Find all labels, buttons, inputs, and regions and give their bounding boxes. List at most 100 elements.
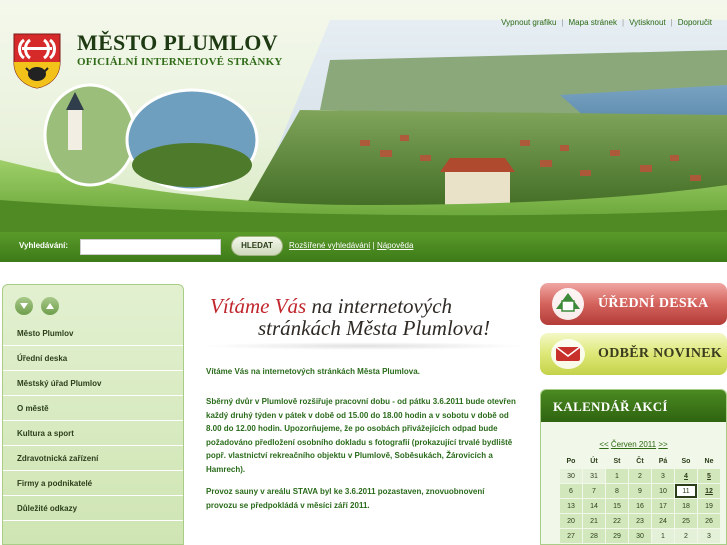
welcome-line-2: stránkách Města Plumlova! bbox=[258, 316, 491, 340]
scroll-up-icon[interactable] bbox=[41, 297, 60, 315]
sidebar-item-uredni-deska[interactable]: Úřední deska bbox=[3, 346, 183, 371]
weekday-header: Pá bbox=[658, 457, 668, 465]
calendar-day[interactable]: 23 bbox=[629, 514, 651, 528]
link-disable-graphics[interactable]: Vypnout grafiku bbox=[496, 18, 561, 27]
weekday-header: Čt bbox=[636, 457, 644, 465]
news-item: Provoz sauny v areálu STAVA byl ke 3.6.2… bbox=[206, 487, 485, 510]
sidebar-item-o-meste[interactable]: O městě bbox=[3, 396, 183, 421]
calendar-day[interactable]: 9 bbox=[629, 484, 651, 498]
weekday-header: Ne bbox=[704, 457, 714, 465]
calendar-day[interactable]: 27 bbox=[560, 529, 582, 543]
calendar-day[interactable]: 12 bbox=[698, 484, 720, 498]
calendar-day[interactable]: 26 bbox=[698, 514, 720, 528]
official-board-button[interactable]: ÚŘEDNÍ DESKA bbox=[540, 283, 727, 325]
calendar-day[interactable]: 29 bbox=[606, 529, 628, 543]
calendar-day[interactable]: 7 bbox=[583, 484, 605, 498]
calendar-body: 30 31 1 2 3 4 5 6 7 8 9 10 11 12 13 14 15 16 17 18 19 20 21 22 2… bbox=[560, 469, 720, 544]
welcome-divider bbox=[202, 342, 527, 350]
sidebar-item-mestsky-urad[interactable]: Městský úřad Plumlov bbox=[3, 371, 183, 396]
sidebar-item-mesto-plumlov[interactable]: Město Plumlov bbox=[3, 321, 183, 346]
calendar-day[interactable]: 11 bbox=[675, 484, 697, 498]
calendar-nav: << Červen 2011 >> bbox=[541, 440, 726, 449]
welcome-banner: Vítáme Vás na internetových stránkách Mě… bbox=[202, 290, 527, 352]
calendar-day[interactable]: 21 bbox=[583, 514, 605, 528]
sidebar: Město Plumlov Úřední deska Městský úřad … bbox=[2, 284, 184, 545]
calendar-day[interactable]: 17 bbox=[652, 499, 674, 513]
calendar-day[interactable]: 22 bbox=[606, 514, 628, 528]
calendar-week-row: 30 31 1 2 3 4 5 bbox=[560, 469, 720, 483]
calendar-day[interactable]: 1 bbox=[606, 469, 628, 483]
events-calendar: KALENDÁŘ AKCÍ << Červen 2011 >> Po Út St… bbox=[540, 389, 727, 545]
search-bar: Vyhledávání: HLEDAT Rozšířené vyhledáván… bbox=[0, 232, 727, 262]
calendar-grid: Po Út St Čt Pá So Ne 30 31 1 2 3 4 5 6 7 8 9 10 11 12… bbox=[559, 453, 721, 544]
intro-text: Vítáme Vás na internetových stránkách Mě… bbox=[206, 367, 420, 376]
search-button[interactable]: HLEDAT bbox=[231, 236, 283, 256]
newsletter-envelope-icon bbox=[551, 339, 585, 369]
link-print[interactable]: Vytisknout bbox=[624, 18, 671, 27]
search-links-separator: | bbox=[372, 241, 375, 250]
calendar-week-row: 20 21 22 23 24 25 26 bbox=[560, 514, 720, 528]
calendar-day[interactable]: 24 bbox=[652, 514, 674, 528]
calendar-weekday-row: Po Út St Čt Pá So Ne bbox=[560, 454, 720, 468]
calendar-week-row: 27 28 29 30 1 2 3 bbox=[560, 529, 720, 543]
site-subtitle: OFICIÁLNÍ INTERNETOVÉ STRÁNKY bbox=[77, 56, 283, 68]
link-recommend[interactable]: Doporučit bbox=[673, 18, 717, 27]
scroll-down-icon[interactable] bbox=[15, 297, 33, 315]
calendar-day[interactable]: 18 bbox=[675, 499, 697, 513]
top-links: Vypnout grafiku | Mapa stránek | Vytisknout |… bbox=[496, 18, 717, 27]
search-label: Vyhledávání: bbox=[19, 241, 69, 250]
calendar-day[interactable]: 30 bbox=[560, 469, 582, 483]
calendar-day[interactable]: 8 bbox=[606, 484, 628, 498]
calendar-day[interactable]: 4 bbox=[675, 469, 697, 483]
link-sitemap[interactable]: Mapa stránek bbox=[564, 18, 622, 27]
calendar-day[interactable]: 28 bbox=[583, 529, 605, 543]
newsletter-button[interactable]: ODBĚR NOVINEK bbox=[540, 333, 727, 375]
calendar-week-row: 13 14 15 16 17 18 19 bbox=[560, 499, 720, 513]
calendar-day[interactable]: 13 bbox=[560, 499, 582, 513]
calendar-next-link[interactable]: >> bbox=[658, 440, 667, 449]
calendar-day[interactable]: 15 bbox=[606, 499, 628, 513]
calendar-day[interactable]: 31 bbox=[583, 469, 605, 483]
document-stamp-icon bbox=[552, 288, 584, 320]
sidebar-item-zdravotnicka-zarizeni[interactable]: Zdravotnická zařízení bbox=[3, 446, 183, 471]
weekday-header: So bbox=[681, 457, 691, 465]
welcome-rest: na internetových bbox=[306, 294, 453, 318]
calendar-day[interactable]: 3 bbox=[652, 469, 674, 483]
sidebar-item-dulezite-odkazy[interactable]: Důležité odkazy bbox=[3, 496, 183, 521]
calendar-day[interactable]: 14 bbox=[583, 499, 605, 513]
help-link[interactable]: Nápověda bbox=[377, 241, 413, 250]
official-board-label: ÚŘEDNÍ DESKA bbox=[598, 296, 709, 311]
main-menu: Město Plumlov Úřední deska Městský úřad … bbox=[3, 321, 183, 521]
weekday-header: Po bbox=[566, 457, 576, 465]
search-input[interactable] bbox=[80, 239, 221, 255]
calendar-day[interactable]: 10 bbox=[652, 484, 674, 498]
newsletter-label: ODBĚR NOVINEK bbox=[598, 346, 723, 361]
calendar-day[interactable]: 19 bbox=[698, 499, 720, 513]
calendar-day[interactable]: 5 bbox=[698, 469, 720, 483]
news-item: Sběrný dvůr v Plumlově rozšiřuje pracovn… bbox=[206, 397, 516, 474]
calendar-day[interactable]: 2 bbox=[675, 529, 697, 543]
sidebar-scroll-controls bbox=[15, 297, 63, 320]
town-crest-logo[interactable] bbox=[12, 32, 62, 90]
calendar-month-label[interactable]: Červen 2011 bbox=[611, 440, 656, 449]
header: Vypnout grafiku | Mapa stránek | Vytisknout |… bbox=[0, 0, 727, 232]
welcome-highlight: Vítáme Vás bbox=[210, 294, 307, 318]
weekday-header: Út bbox=[590, 457, 598, 465]
calendar-day[interactable]: 25 bbox=[675, 514, 697, 528]
weekday-header: St bbox=[613, 457, 621, 465]
sidebar-item-firmy[interactable]: Firmy a podnikatelé bbox=[3, 471, 183, 496]
calendar-week-row: 6 7 8 9 10 11 12 bbox=[560, 484, 720, 498]
calendar-day[interactable]: 16 bbox=[629, 499, 651, 513]
calendar-prev-link[interactable]: << bbox=[599, 440, 608, 449]
search-links: Rozšířené vyhledávání | Nápověda bbox=[289, 241, 413, 250]
calendar-day[interactable]: 1 bbox=[652, 529, 674, 543]
sidebar-item-kultura-a-sport[interactable]: Kultura a sport bbox=[3, 421, 183, 446]
calendar-day[interactable]: 2 bbox=[629, 469, 651, 483]
site-title: MĚSTO PLUMLOV bbox=[77, 30, 278, 55]
calendar-day[interactable]: 20 bbox=[560, 514, 582, 528]
calendar-day[interactable]: 3 bbox=[698, 529, 720, 543]
calendar-day[interactable]: 6 bbox=[560, 484, 582, 498]
advanced-search-link[interactable]: Rozšířené vyhledávání bbox=[289, 241, 370, 250]
calendar-title: KALENDÁŘ AKCÍ bbox=[541, 390, 726, 422]
calendar-day[interactable]: 30 bbox=[629, 529, 651, 543]
